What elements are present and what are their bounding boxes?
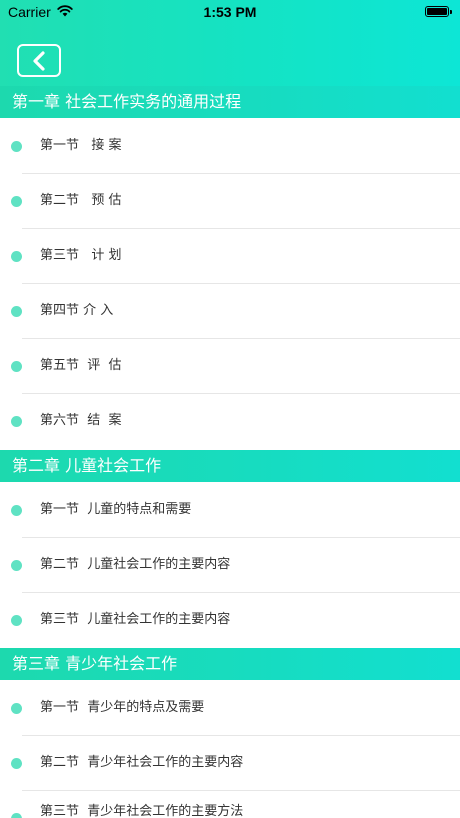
list-item-label: 第二节 预 估 — [40, 193, 122, 208]
list-item[interactable]: 第三节 计 划 — [0, 228, 460, 284]
list-item[interactable]: 第二节 青少年社会工作的主要内容 — [0, 735, 460, 791]
list-item-label: 第二节 儿童社会工作的主要内容 — [40, 557, 231, 572]
chevron-left-icon — [33, 50, 45, 71]
list-item[interactable]: 第一节 接 案 — [0, 118, 460, 174]
list-item[interactable]: 第一节 儿童的特点和需要 — [0, 482, 460, 538]
bullet-dot-icon — [11, 703, 22, 714]
chapter-header: 第二章 儿童社会工作 — [0, 450, 460, 482]
bullet-dot-icon — [11, 560, 22, 571]
bullet-dot-icon — [11, 306, 22, 317]
list-item[interactable]: 第二节 儿童社会工作的主要内容 — [0, 537, 460, 593]
bullet-dot-icon — [11, 416, 22, 427]
list-item[interactable]: 第二节 预 估 — [0, 173, 460, 229]
bullet-dot-icon — [11, 813, 22, 818]
list-item[interactable]: 第一节 青少年的特点及需要 — [0, 680, 460, 736]
bullet-dot-icon — [11, 141, 22, 152]
bullet-dot-icon — [11, 615, 22, 626]
list-item-label: 第四节 介 入 — [40, 303, 114, 318]
bullet-dot-icon — [11, 505, 22, 516]
chapter-header: 第三章 青少年社会工作 — [0, 648, 460, 680]
list-item-label: 第一节 接 案 — [40, 138, 122, 153]
battery-icon — [425, 6, 452, 17]
bullet-dot-icon — [11, 361, 22, 372]
list-item-label: 第一节 儿童的特点和需要 — [40, 502, 192, 517]
list-item[interactable]: 第六节 结 案 — [0, 393, 460, 449]
list-item[interactable]: 第四节 介 入 — [0, 283, 460, 339]
list-item-label: 第三节 青少年社会工作的主要方法 — [40, 804, 244, 818]
status-time: 1:53 PM — [203, 4, 257, 20]
status-bar: Carrier 1:53 PM — [0, 0, 460, 24]
chapter-header: 第一章 社会工作实务的通用过程 — [0, 86, 460, 118]
bullet-dot-icon — [11, 758, 22, 769]
list-item-label: 第二节 青少年社会工作的主要内容 — [40, 755, 244, 770]
list-item[interactable]: 第三节 青少年社会工作的主要方法 — [0, 790, 460, 818]
bullet-dot-icon — [11, 251, 22, 262]
list-item-label: 第一节 青少年的特点及需要 — [40, 700, 205, 715]
list-item-label: 第五节 评 估 — [40, 358, 122, 373]
bullet-dot-icon — [11, 196, 22, 207]
list-item-label: 第六节 结 案 — [40, 413, 122, 428]
list-item[interactable]: 第五节 评 估 — [0, 338, 460, 394]
back-button[interactable] — [17, 44, 61, 77]
list-item-label: 第三节 儿童社会工作的主要内容 — [40, 612, 231, 627]
list-item[interactable]: 第三节 儿童社会工作的主要内容 — [0, 592, 460, 648]
list-item-label: 第三节 计 划 — [40, 248, 122, 263]
nav-header: Carrier 1:53 PM — [0, 0, 460, 86]
